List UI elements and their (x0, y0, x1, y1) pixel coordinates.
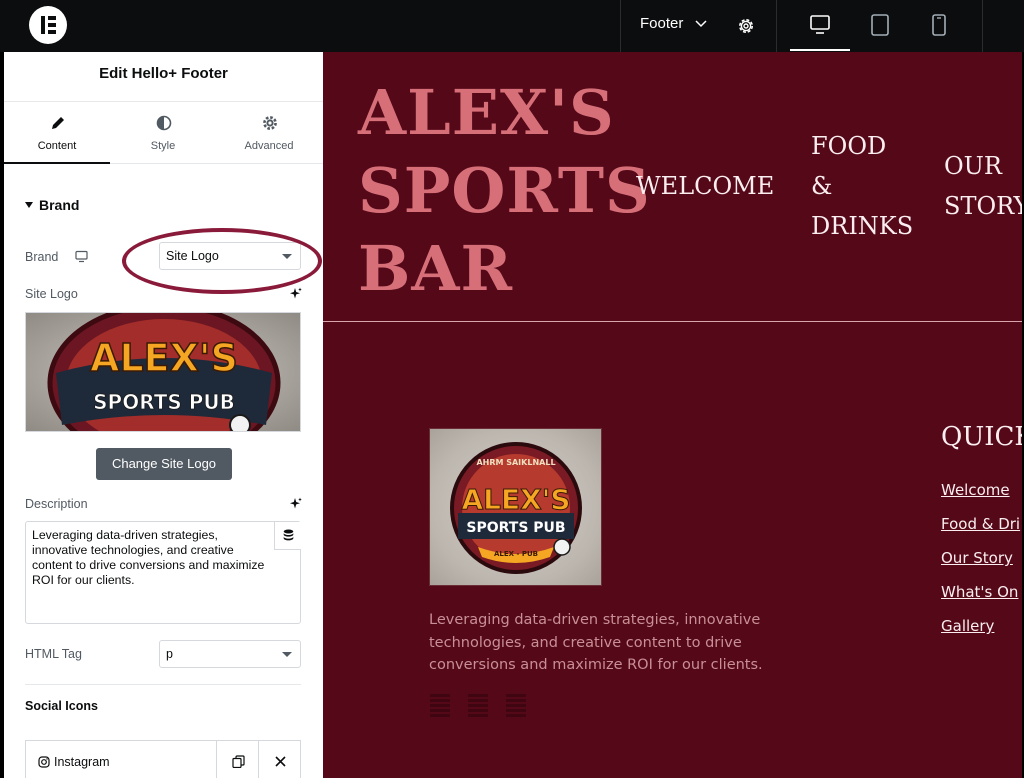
panel-tabs: Content Style Advanced (4, 102, 323, 165)
quick-link-whats-on[interactable]: What's On (941, 583, 1018, 601)
html-tag-value: p (166, 647, 173, 661)
database-icon (283, 529, 294, 541)
caret-down-icon (282, 652, 292, 657)
logo-text: SPORTS PUB (93, 390, 235, 414)
ai-sparkle-icon[interactable] (289, 497, 302, 510)
desktop-icon[interactable] (810, 14, 830, 36)
caret-down-icon (25, 202, 33, 208)
nav-item-line: OUR (944, 152, 1002, 180)
editor-panel: Edit Hello+ Footer Content Style Advance… (4, 52, 323, 778)
desktop-icon[interactable] (75, 250, 88, 263)
tab-label: Advanced (244, 140, 294, 152)
panel-body: Brand Brand Site Logo Site Logo ALEX'S S… (4, 164, 323, 778)
site-logo-label: Site Logo (25, 287, 78, 301)
tab-label: Style (150, 140, 176, 152)
tablet-icon[interactable] (871, 14, 889, 36)
topbar-divider (982, 0, 983, 52)
nav-item-line: DRINKS (811, 212, 914, 240)
quick-links-heading: QUICK (941, 422, 1022, 452)
tab-label: Content (37, 140, 77, 152)
tab-content[interactable]: Content (4, 102, 110, 165)
annotation-ring (122, 228, 322, 294)
change-site-logo-button[interactable]: Change Site Logo (96, 448, 232, 480)
gear-icon[interactable] (736, 16, 756, 36)
section-toggle-brand[interactable]: Brand (25, 197, 79, 213)
brand-label: Brand (25, 250, 59, 264)
site-title[interactable]: ALEX'S SPORTS BAR (358, 74, 651, 308)
close-icon (275, 756, 286, 767)
divider (25, 684, 301, 685)
social-icon[interactable] (430, 694, 450, 720)
mobile-icon[interactable] (932, 14, 946, 36)
footer-description[interactable]: Leveraging data-driven strategies, innov… (429, 609, 769, 677)
footer-divider (323, 321, 1022, 322)
description-line: conversions and maximize ROI for our cli… (429, 657, 763, 673)
site-logo-image: AHRM SAIKLNALL ALEX'S SPORTS PUB ALEX - … (450, 442, 582, 574)
remove-button[interactable] (258, 741, 301, 778)
description-label: Description (25, 497, 88, 511)
instagram-icon (38, 756, 50, 768)
ai-sparkle-icon[interactable] (289, 287, 302, 300)
half-circle-icon (156, 115, 172, 131)
dynamic-tags-button[interactable] (274, 522, 301, 550)
quick-link-gallery[interactable]: Gallery (941, 617, 994, 635)
topbar-divider (620, 0, 621, 52)
logo-text: ALEX'S (90, 336, 238, 380)
description-line: technologies, and creative content to dr… (429, 634, 742, 651)
social-icon[interactable] (506, 694, 526, 720)
repeater-item-label: Instagram (54, 755, 110, 769)
quick-link-welcome[interactable]: Welcome (941, 481, 1010, 499)
site-logo-preview[interactable]: ALEX'S SPORTS PUB (25, 312, 301, 432)
quick-link-our-story[interactable]: Our Story (941, 549, 1013, 567)
logo-text: SPORTS PUB (466, 520, 565, 536)
gear-icon (263, 116, 277, 130)
social-icons-heading: Social Icons (25, 699, 98, 713)
html-tag-label: HTML Tag (25, 647, 82, 661)
pencil-icon (52, 117, 64, 129)
panel-title: Edit Hello+ Footer (4, 52, 323, 102)
logo-text: AHRM SAIKLNALL (476, 458, 555, 467)
html-tag-select[interactable]: p (159, 640, 301, 668)
duplicate-button[interactable] (216, 741, 259, 778)
footer-site-logo[interactable]: AHRM SAIKLNALL ALEX'S SPORTS PUB ALEX - … (429, 428, 602, 586)
nav-item-line: & (811, 172, 833, 200)
nav-item-line: STORY (944, 192, 1022, 220)
logo-text: ALEX - PUB (494, 550, 538, 558)
site-title-line: BAR (358, 232, 514, 305)
quick-link-food-drinks[interactable]: Food & Dri (941, 515, 1020, 533)
nav-item-food-drinks[interactable]: FOOD & DRINKS (811, 126, 913, 246)
nav-item-welcome[interactable]: WELCOME (636, 166, 774, 206)
site-title-line: ALEX'S (358, 76, 615, 149)
copy-icon (232, 755, 245, 768)
site-logo-image: ALEX'S SPORTS PUB (47, 313, 281, 431)
chevron-down-icon[interactable] (694, 17, 708, 31)
preview-canvas: ALEX'S SPORTS BAR WELCOME FOOD & DRINKS … (323, 52, 1022, 778)
tab-style[interactable]: Style (110, 102, 216, 164)
nav-item-our-story[interactable]: OUR STORY (944, 146, 1022, 226)
social-icon[interactable] (468, 694, 488, 720)
description-line: Leveraging data-driven strategies, innov… (429, 612, 761, 628)
brand-section: Brand Brand Site Logo Site Logo ALEX'S S… (4, 164, 323, 778)
logo-text: ALEX'S (462, 483, 571, 516)
site-title-line: SPORTS (358, 154, 651, 227)
elementor-logo-icon[interactable] (29, 6, 67, 44)
tab-advanced[interactable]: Advanced (216, 102, 322, 164)
active-device-indicator (790, 49, 850, 51)
nav-item-line: FOOD (811, 132, 887, 160)
description-textarea[interactable]: Leveraging data-driven strategies, innov… (25, 521, 301, 624)
document-name[interactable]: Footer (640, 15, 683, 32)
nav-item-line: WELCOME (636, 172, 775, 200)
section-title: Brand (39, 197, 80, 213)
editor-topbar: Footer (0, 0, 1024, 52)
social-repeater-item[interactable]: Instagram (25, 740, 301, 778)
topbar-divider (776, 0, 777, 52)
